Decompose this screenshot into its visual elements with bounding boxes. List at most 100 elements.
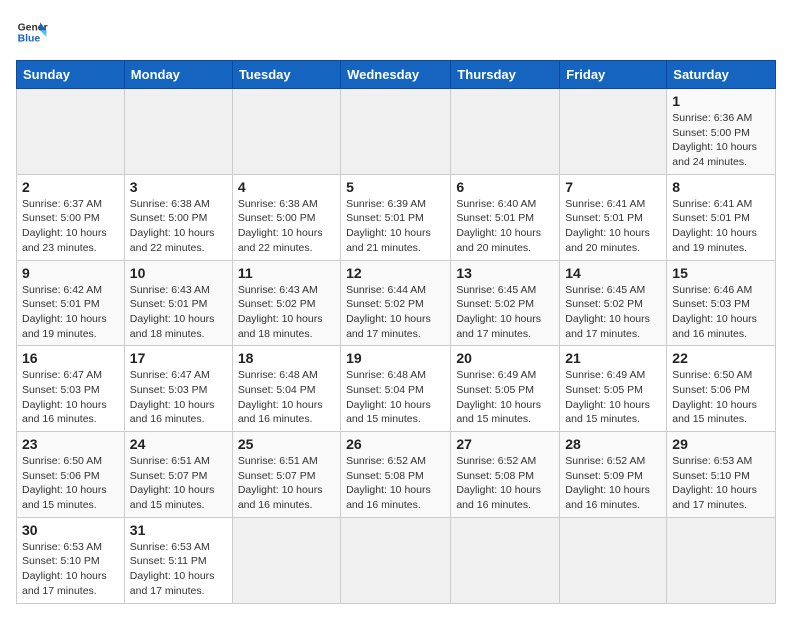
calendar-cell: [667, 517, 776, 603]
calendar-week-2: 2Sunrise: 6:37 AMSunset: 5:00 PMDaylight…: [17, 174, 776, 260]
calendar-cell: 30Sunrise: 6:53 AMSunset: 5:10 PMDayligh…: [17, 517, 125, 603]
calendar-cell: 9 Sunrise: 6:42 AMSunset: 5:01 PMDaylight…: [17, 260, 125, 346]
day-info: Sunrise: 6:51 AMSunset: 5:07 PMDaylight:…: [238, 454, 335, 513]
day-number: 8: [672, 179, 770, 195]
header-friday: Friday: [560, 61, 667, 89]
day-number: 4: [238, 179, 335, 195]
day-number: 20: [456, 350, 554, 366]
day-number: 1: [672, 93, 770, 109]
calendar-cell: 15 Sunrise: 6:46 AMSunset: 5:03 PMDayligh…: [667, 260, 776, 346]
calendar-week-3: 9 Sunrise: 6:42 AMSunset: 5:01 PMDaylight…: [17, 260, 776, 346]
day-info: Sunrise: 6:43 AMSunset: 5:01 PMDaylight:…: [130, 283, 227, 342]
calendar-cell: 6Sunrise: 6:40 AMSunset: 5:01 PMDaylight…: [451, 174, 560, 260]
calendar-cell: 18 Sunrise: 6:48 AMSunset: 5:04 PMDayligh…: [232, 346, 340, 432]
calendar-cell: [451, 517, 560, 603]
day-number: 18: [238, 350, 335, 366]
calendar-week-1: 1 Sunrise: 6:36 AMSunset: 5:00 PMDaylight…: [17, 89, 776, 175]
header-saturday: Saturday: [667, 61, 776, 89]
header-monday: Monday: [124, 61, 232, 89]
day-number: 2: [22, 179, 119, 195]
day-info: Sunrise: 6:44 AMSunset: 5:02 PMDaylight:…: [346, 283, 445, 342]
day-info: Sunrise: 6:43 AMSunset: 5:02 PMDaylight:…: [238, 283, 335, 342]
day-info: Sunrise: 6:47 AMSunset: 5:03 PMDaylight:…: [130, 368, 227, 427]
calendar-cell: 31 Sunrise: 6:53 AMSunset: 5:11 PMDayligh…: [124, 517, 232, 603]
day-number: 11: [238, 265, 335, 281]
calendar-cell: [124, 89, 232, 175]
calendar-week-4: 16 Sunrise: 6:47 AMSunset: 5:03 PMDayligh…: [17, 346, 776, 432]
calendar-cell: [451, 89, 560, 175]
day-number: 31: [130, 522, 227, 538]
day-info: Sunrise: 6:45 AMSunset: 5:02 PMDaylight:…: [565, 283, 661, 342]
calendar-cell: [232, 517, 340, 603]
calendar-cell: 20 Sunrise: 6:49 AMSunset: 5:05 PMDayligh…: [451, 346, 560, 432]
day-number: 13: [456, 265, 554, 281]
day-number: 28: [565, 436, 661, 452]
day-number: 5: [346, 179, 445, 195]
calendar-table: SundayMondayTuesdayWednesdayThursdayFrid…: [16, 60, 776, 604]
calendar-cell: [17, 89, 125, 175]
day-info: Sunrise: 6:45 AMSunset: 5:02 PMDaylight:…: [456, 283, 554, 342]
calendar-cell: 4 Sunrise: 6:38 AMSunset: 5:00 PMDaylight…: [232, 174, 340, 260]
calendar-cell: 10 Sunrise: 6:43 AMSunset: 5:01 PMDayligh…: [124, 260, 232, 346]
day-number: 7: [565, 179, 661, 195]
header-wednesday: Wednesday: [341, 61, 451, 89]
day-number: 26: [346, 436, 445, 452]
header-tuesday: Tuesday: [232, 61, 340, 89]
day-info: Sunrise: 6:46 AMSunset: 5:03 PMDaylight:…: [672, 283, 770, 342]
calendar-cell: 8 Sunrise: 6:41 AMSunset: 5:01 PMDaylight…: [667, 174, 776, 260]
day-number: 15: [672, 265, 770, 281]
calendar-cell: 3 Sunrise: 6:38 AMSunset: 5:00 PMDaylight…: [124, 174, 232, 260]
svg-text:Blue: Blue: [18, 34, 41, 45]
calendar-cell: 19Sunrise: 6:48 AMSunset: 5:04 PMDayligh…: [341, 346, 451, 432]
calendar-cell: 28 Sunrise: 6:52 AMSunset: 5:09 PMDayligh…: [560, 432, 667, 518]
calendar-header-row: SundayMondayTuesdayWednesdayThursdayFrid…: [17, 61, 776, 89]
day-info: Sunrise: 6:41 AMSunset: 5:01 PMDaylight:…: [565, 197, 661, 256]
day-number: 16: [22, 350, 119, 366]
day-info: Sunrise: 6:48 AMSunset: 5:04 PMDaylight:…: [346, 368, 445, 427]
day-info: Sunrise: 6:39 AMSunset: 5:01 PMDaylight:…: [346, 197, 445, 256]
calendar-cell: 29Sunrise: 6:53 AMSunset: 5:10 PMDayligh…: [667, 432, 776, 518]
day-number: 29: [672, 436, 770, 452]
day-number: 23: [22, 436, 119, 452]
calendar-week-6: 30Sunrise: 6:53 AMSunset: 5:10 PMDayligh…: [17, 517, 776, 603]
calendar-cell: 13 Sunrise: 6:45 AMSunset: 5:02 PMDayligh…: [451, 260, 560, 346]
day-info: Sunrise: 6:50 AMSunset: 5:06 PMDaylight:…: [22, 454, 119, 513]
day-info: Sunrise: 6:38 AMSunset: 5:00 PMDaylight:…: [130, 197, 227, 256]
calendar-cell: [560, 89, 667, 175]
day-number: 9: [22, 265, 119, 281]
page-header: General Blue: [16, 16, 776, 48]
day-info: Sunrise: 6:36 AMSunset: 5:00 PMDaylight:…: [672, 111, 770, 170]
calendar-cell: 16Sunrise: 6:47 AMSunset: 5:03 PMDayligh…: [17, 346, 125, 432]
day-info: Sunrise: 6:40 AMSunset: 5:01 PMDaylight:…: [456, 197, 554, 256]
calendar-cell: 17 Sunrise: 6:47 AMSunset: 5:03 PMDayligh…: [124, 346, 232, 432]
calendar-cell: 2Sunrise: 6:37 AMSunset: 5:00 PMDaylight…: [17, 174, 125, 260]
day-number: 12: [346, 265, 445, 281]
day-info: Sunrise: 6:41 AMSunset: 5:01 PMDaylight:…: [672, 197, 770, 256]
day-number: 17: [130, 350, 227, 366]
calendar-cell: 22Sunrise: 6:50 AMSunset: 5:06 PMDayligh…: [667, 346, 776, 432]
day-number: 10: [130, 265, 227, 281]
day-info: Sunrise: 6:38 AMSunset: 5:00 PMDaylight:…: [238, 197, 335, 256]
calendar-cell: 12 Sunrise: 6:44 AMSunset: 5:02 PMDayligh…: [341, 260, 451, 346]
day-number: 24: [130, 436, 227, 452]
calendar-cell: [560, 517, 667, 603]
day-info: Sunrise: 6:48 AMSunset: 5:04 PMDaylight:…: [238, 368, 335, 427]
header-thursday: Thursday: [451, 61, 560, 89]
calendar-cell: 5 Sunrise: 6:39 AMSunset: 5:01 PMDaylight…: [341, 174, 451, 260]
day-info: Sunrise: 6:52 AMSunset: 5:08 PMDaylight:…: [346, 454, 445, 513]
day-info: Sunrise: 6:52 AMSunset: 5:08 PMDaylight:…: [456, 454, 554, 513]
day-number: 21: [565, 350, 661, 366]
day-number: 27: [456, 436, 554, 452]
calendar-cell: 25Sunrise: 6:51 AMSunset: 5:07 PMDayligh…: [232, 432, 340, 518]
calendar-cell: 7 Sunrise: 6:41 AMSunset: 5:01 PMDaylight…: [560, 174, 667, 260]
day-info: Sunrise: 6:42 AMSunset: 5:01 PMDaylight:…: [22, 283, 119, 342]
day-number: 22: [672, 350, 770, 366]
day-info: Sunrise: 6:49 AMSunset: 5:05 PMDaylight:…: [456, 368, 554, 427]
day-info: Sunrise: 6:53 AMSunset: 5:11 PMDaylight:…: [130, 540, 227, 599]
day-number: 30: [22, 522, 119, 538]
calendar-cell: [341, 517, 451, 603]
day-number: 3: [130, 179, 227, 195]
day-info: Sunrise: 6:52 AMSunset: 5:09 PMDaylight:…: [565, 454, 661, 513]
calendar-cell: 11 Sunrise: 6:43 AMSunset: 5:02 PMDayligh…: [232, 260, 340, 346]
calendar-cell: 1 Sunrise: 6:36 AMSunset: 5:00 PMDaylight…: [667, 89, 776, 175]
